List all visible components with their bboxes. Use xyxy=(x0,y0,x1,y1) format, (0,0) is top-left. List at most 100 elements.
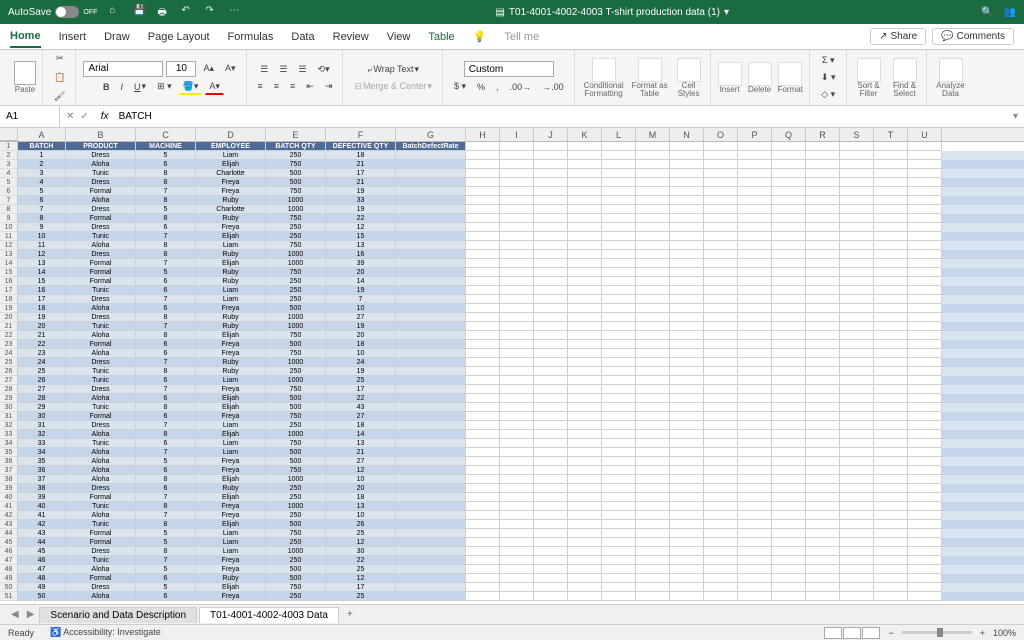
cell[interactable] xyxy=(738,349,772,358)
cell[interactable] xyxy=(534,565,568,574)
cell[interactable]: 12 xyxy=(326,223,396,232)
cell[interactable]: 26 xyxy=(326,520,396,529)
cell[interactable] xyxy=(636,376,670,385)
cell[interactable] xyxy=(840,556,874,565)
cell[interactable] xyxy=(500,322,534,331)
cell[interactable]: Liam xyxy=(196,538,266,547)
cell[interactable] xyxy=(704,538,738,547)
cell[interactable]: 24 xyxy=(18,358,66,367)
cell[interactable] xyxy=(772,331,806,340)
undo-icon[interactable]: ↶ xyxy=(181,5,195,19)
cell[interactable]: 32 xyxy=(18,430,66,439)
cell[interactable]: Dress xyxy=(66,178,136,187)
cell[interactable] xyxy=(840,448,874,457)
cell[interactable] xyxy=(738,169,772,178)
cell[interactable] xyxy=(874,340,908,349)
cell[interactable]: 250 xyxy=(266,511,326,520)
cell[interactable] xyxy=(670,295,704,304)
increase-font-icon[interactable]: A▴ xyxy=(199,61,218,76)
cell[interactable]: Liam xyxy=(196,241,266,250)
cell[interactable] xyxy=(500,142,534,151)
cell[interactable] xyxy=(396,529,466,538)
cell[interactable] xyxy=(466,295,500,304)
cell[interactable] xyxy=(568,502,602,511)
cell[interactable]: 39 xyxy=(18,493,66,502)
cell[interactable] xyxy=(738,322,772,331)
cell[interactable] xyxy=(636,160,670,169)
cell[interactable] xyxy=(636,574,670,583)
cell[interactable]: 15 xyxy=(18,277,66,286)
cell[interactable]: 14 xyxy=(18,268,66,277)
cell[interactable]: Formal xyxy=(66,214,136,223)
cell[interactable] xyxy=(534,151,568,160)
cell[interactable]: Ruby xyxy=(196,574,266,583)
cell[interactable]: 250 xyxy=(266,223,326,232)
cell[interactable] xyxy=(874,358,908,367)
cell[interactable]: 30 xyxy=(326,547,396,556)
row-header[interactable]: 6 xyxy=(0,187,18,196)
cell[interactable]: 250 xyxy=(266,232,326,241)
cell[interactable]: Elijah xyxy=(196,493,266,502)
cell[interactable] xyxy=(874,322,908,331)
cell[interactable]: 33 xyxy=(326,196,396,205)
paste-button[interactable]: Paste xyxy=(14,61,36,94)
cell[interactable] xyxy=(772,439,806,448)
cell[interactable]: Freya xyxy=(196,178,266,187)
cell[interactable] xyxy=(670,259,704,268)
cell[interactable]: Tunic xyxy=(66,367,136,376)
cell[interactable]: Dress xyxy=(66,295,136,304)
cell[interactable] xyxy=(396,286,466,295)
cell[interactable] xyxy=(670,376,704,385)
cell[interactable] xyxy=(568,250,602,259)
cell[interactable] xyxy=(636,349,670,358)
cell[interactable]: 750 xyxy=(266,331,326,340)
cell[interactable]: Ruby xyxy=(196,484,266,493)
cell[interactable] xyxy=(704,304,738,313)
cell[interactable] xyxy=(396,268,466,277)
cell[interactable] xyxy=(670,394,704,403)
cell[interactable] xyxy=(738,187,772,196)
cell[interactable] xyxy=(636,520,670,529)
cell[interactable] xyxy=(840,178,874,187)
cell[interactable] xyxy=(534,259,568,268)
cell[interactable] xyxy=(602,313,636,322)
cell[interactable] xyxy=(636,304,670,313)
cell[interactable] xyxy=(670,520,704,529)
cell[interactable] xyxy=(874,286,908,295)
cell[interactable] xyxy=(568,187,602,196)
cell[interactable]: 46 xyxy=(18,556,66,565)
cell[interactable] xyxy=(500,493,534,502)
fill-color-button[interactable]: 🪣▾ xyxy=(179,79,203,95)
cell[interactable] xyxy=(806,412,840,421)
row-header[interactable]: 41 xyxy=(0,502,18,511)
cell[interactable] xyxy=(636,268,670,277)
cell[interactable]: Freya xyxy=(196,502,266,511)
row-header[interactable]: 22 xyxy=(0,331,18,340)
cell[interactable] xyxy=(534,502,568,511)
cell[interactable] xyxy=(396,241,466,250)
col-header-P[interactable]: P xyxy=(738,128,772,141)
cell[interactable]: 27 xyxy=(326,313,396,322)
row-header[interactable]: 38 xyxy=(0,475,18,484)
cell[interactable]: 8 xyxy=(136,331,196,340)
cell[interactable] xyxy=(772,394,806,403)
cell[interactable] xyxy=(874,349,908,358)
cell[interactable] xyxy=(466,178,500,187)
cell[interactable] xyxy=(738,529,772,538)
currency-icon[interactable]: $ ▾ xyxy=(450,79,470,94)
cell[interactable] xyxy=(840,340,874,349)
cell[interactable] xyxy=(772,529,806,538)
cell[interactable]: 22 xyxy=(326,214,396,223)
cell[interactable]: Dress xyxy=(66,547,136,556)
cell[interactable] xyxy=(500,583,534,592)
cell[interactable]: Aloha xyxy=(66,160,136,169)
cell[interactable]: 250 xyxy=(266,151,326,160)
cell[interactable] xyxy=(396,556,466,565)
cell[interactable] xyxy=(738,421,772,430)
cell[interactable] xyxy=(874,403,908,412)
cell[interactable]: 5 xyxy=(136,457,196,466)
cell[interactable] xyxy=(396,511,466,520)
cell[interactable] xyxy=(602,493,636,502)
cell[interactable] xyxy=(908,574,942,583)
cell[interactable] xyxy=(806,331,840,340)
